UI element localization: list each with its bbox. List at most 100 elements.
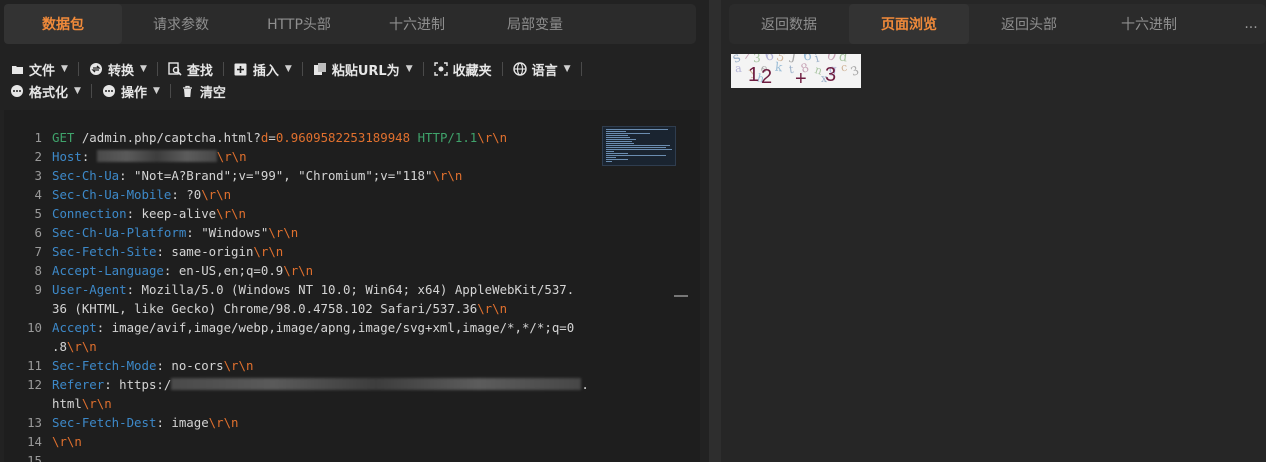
header-key: Host bbox=[52, 149, 82, 164]
tab-response-hex[interactable]: 十六进制 bbox=[1089, 4, 1209, 44]
code-line: .8\r\n bbox=[52, 339, 97, 354]
toolbar-divider bbox=[501, 62, 503, 76]
clear-label: 清空 bbox=[199, 85, 226, 101]
captcha-char: 3 bbox=[825, 64, 837, 86]
line-number: 4 bbox=[34, 187, 42, 202]
code-text: : ?0 bbox=[171, 187, 202, 202]
search-icon bbox=[168, 62, 182, 76]
tab-hex[interactable]: 十六进制 bbox=[358, 4, 476, 44]
editor-scrollbar-thumb[interactable] bbox=[674, 295, 688, 297]
editor-minimap[interactable] bbox=[602, 126, 676, 166]
code-line: Accept-Language: en-US,en;q=0.9\r\n bbox=[52, 263, 313, 278]
crlf-token: \r\n bbox=[432, 168, 463, 183]
tab-response-headers[interactable]: 返回头部 bbox=[969, 4, 1089, 44]
line-number: 9 bbox=[34, 282, 42, 297]
line-number: 14 bbox=[27, 434, 42, 449]
file-menu-button[interactable]: 文件 ▼ bbox=[10, 60, 68, 79]
tab-response-data[interactable]: 返回数据 bbox=[729, 4, 849, 44]
paste-icon bbox=[313, 62, 327, 76]
line-number: 1 bbox=[34, 130, 42, 145]
chevron-down-icon: ▼ bbox=[61, 64, 68, 74]
crlf-token: \r\n bbox=[216, 149, 247, 164]
response-tabbar: 返回数据 页面浏览 返回头部 十六进制 ··· bbox=[729, 4, 1266, 44]
chevron-down-icon: ▼ bbox=[405, 64, 413, 74]
insert-menu-button[interactable]: 插入 ▼ bbox=[234, 60, 292, 79]
clear-button[interactable]: 清空 bbox=[181, 82, 226, 101]
language-menu-label: 语言 bbox=[531, 63, 558, 79]
line-number: 15 bbox=[27, 453, 42, 462]
code-text: = bbox=[268, 130, 276, 145]
captcha-char: 2 bbox=[761, 66, 773, 88]
code-line: GET /admin.php/captcha.html?d=0.96095822… bbox=[52, 130, 507, 145]
captcha-char: + bbox=[795, 68, 807, 88]
code-line: Sec-Fetch-Mode: no-cors\r\n bbox=[52, 358, 253, 373]
minimap-line bbox=[606, 147, 666, 148]
crlf-token: \r\n bbox=[208, 415, 239, 430]
minimap-line bbox=[606, 131, 626, 132]
find-button[interactable]: 查找 bbox=[168, 60, 213, 79]
tab-packet[interactable]: 数据包 bbox=[4, 4, 122, 44]
code-text: : "Not=A?Brand";v="99", "Chromium";v="11… bbox=[119, 168, 433, 183]
trash-icon bbox=[181, 84, 195, 98]
request-tabbar: 数据包 请求参数 HTTP头部 十六进制 局部变量 bbox=[4, 4, 696, 44]
minimap-line bbox=[606, 151, 614, 152]
captcha-char: 1 bbox=[748, 64, 760, 86]
crlf-token: \r\n bbox=[283, 263, 314, 278]
code-text: : no-cors bbox=[156, 358, 224, 373]
line-number: 7 bbox=[34, 244, 42, 259]
tab-local-vars[interactable]: 局部变量 bbox=[476, 4, 594, 44]
format-menu-button[interactable]: 格式化 ▼ bbox=[10, 82, 81, 101]
tab-http-headers[interactable]: HTTP头部 bbox=[240, 4, 358, 44]
scan-icon bbox=[433, 62, 448, 76]
minimap-line bbox=[606, 135, 628, 136]
code-text: : image bbox=[156, 415, 209, 430]
minimap-line bbox=[606, 145, 670, 146]
convert-menu-button[interactable]: 转换 ▼ bbox=[89, 60, 147, 79]
minimap-line bbox=[606, 137, 630, 138]
header-key: Accept-Language bbox=[52, 263, 164, 278]
toolbar-divider bbox=[156, 62, 158, 76]
chevron-down-icon: ▼ bbox=[139, 64, 147, 74]
code-text: : https:/ bbox=[104, 377, 172, 392]
request-editor[interactable]: 1 GET /admin.php/captcha.html?d=0.9609582… bbox=[4, 110, 700, 462]
redacted-text bbox=[171, 378, 582, 390]
header-key: Sec-Fetch-Dest bbox=[52, 415, 157, 430]
captcha-noise-char: k bbox=[774, 59, 783, 75]
redacted-text bbox=[96, 150, 217, 162]
language-menu-button[interactable]: 语言 ▼ bbox=[512, 60, 571, 79]
chevron-down-icon: ▼ bbox=[284, 64, 292, 74]
captcha-noise-char: a bbox=[734, 61, 743, 76]
code-text: html bbox=[52, 396, 82, 411]
code-text: : en-US,en;q=0.9 bbox=[163, 263, 284, 278]
toolbar-divider bbox=[422, 62, 424, 76]
paste-url-menu-button[interactable]: 粘贴URL为 ▼ bbox=[313, 60, 413, 79]
code-text: . bbox=[581, 377, 589, 392]
app-window: 数据包 请求参数 HTTP头部 十六进制 局部变量 文件 ▼ 转换 ▼ 查找 插… bbox=[0, 0, 1266, 462]
crlf-token: \r\n bbox=[268, 225, 299, 240]
captcha-noise-char: 7 bbox=[741, 54, 753, 64]
crlf-token: \r\n bbox=[477, 130, 508, 145]
minimap-line bbox=[606, 157, 616, 158]
favorites-button[interactable]: 收藏夹 bbox=[433, 60, 492, 79]
header-key: User-Agent bbox=[52, 282, 127, 297]
code-line: Sec-Fetch-Dest: image\r\n bbox=[52, 415, 239, 430]
code-line: html\r\n bbox=[52, 396, 112, 411]
header-key: Sec-Ch-Ua bbox=[52, 168, 120, 183]
more-tabs-button[interactable]: ··· bbox=[1236, 8, 1266, 48]
code-text: .8 bbox=[52, 339, 67, 354]
code-text: : "Windows" bbox=[186, 225, 269, 240]
tab-request-params[interactable]: 请求参数 bbox=[122, 4, 240, 44]
toolbar-divider bbox=[90, 84, 92, 98]
format-menu-label: 格式化 bbox=[29, 85, 69, 101]
tab-page-preview[interactable]: 页面浏览 bbox=[849, 4, 969, 44]
minimap-line bbox=[606, 153, 628, 154]
file-icon bbox=[10, 62, 24, 76]
line-number: 8 bbox=[34, 263, 42, 278]
crlf-token: \r\n bbox=[66, 339, 97, 354]
operations-menu-button[interactable]: 操作 ▼ bbox=[102, 82, 160, 101]
dots-circle-icon bbox=[102, 84, 116, 98]
chevron-down-icon: ▼ bbox=[74, 86, 81, 96]
toolbar-row-1: 文件 ▼ 转换 ▼ 查找 插入 ▼ 粘贴URL为 ▼ 收藏夹 语言 ▼ bbox=[10, 58, 592, 80]
panel-splitter[interactable] bbox=[709, 0, 721, 462]
